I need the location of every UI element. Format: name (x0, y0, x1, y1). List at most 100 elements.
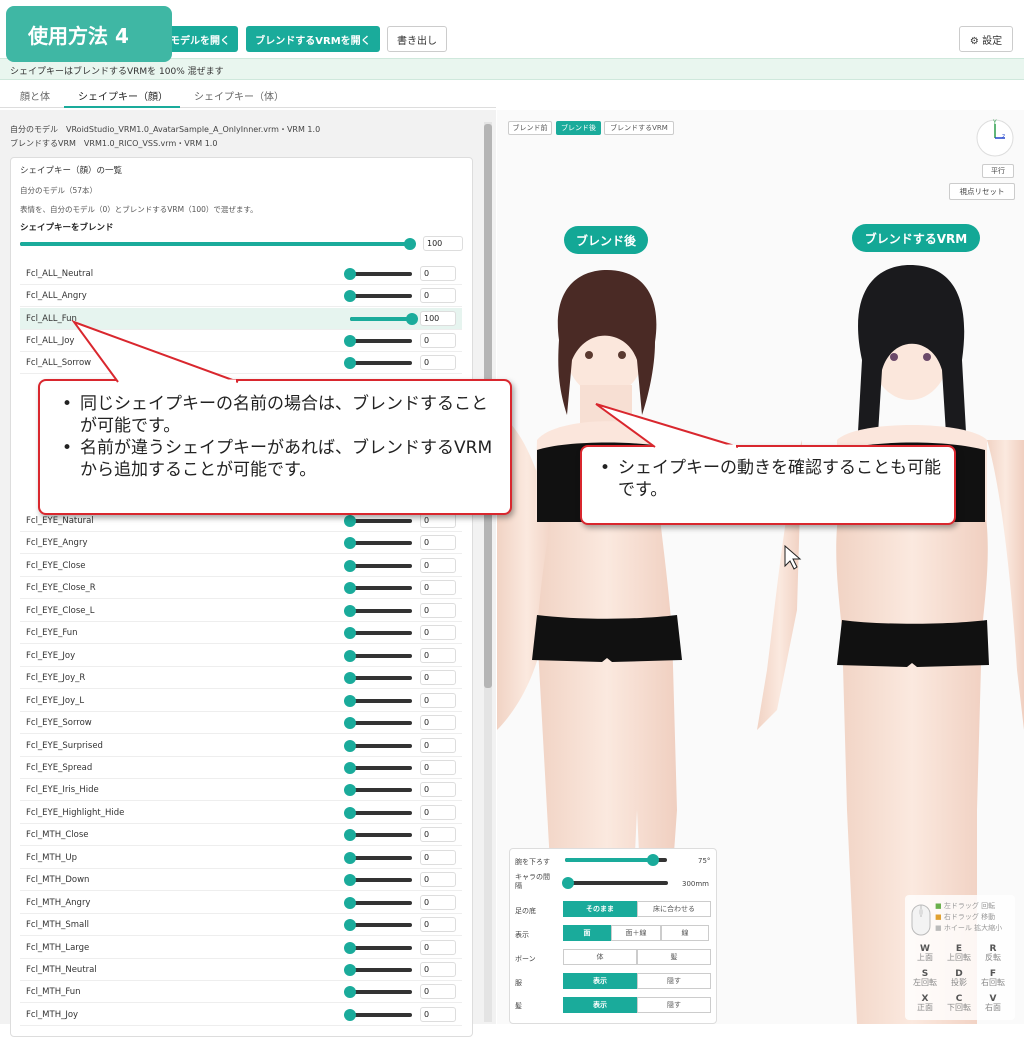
shapekey-slider[interactable] (344, 874, 412, 887)
parallel-button[interactable]: 平行 (982, 164, 1014, 178)
shapekey-value[interactable]: 0 (420, 513, 456, 528)
shapekey-slider-knob[interactable] (344, 874, 356, 887)
spacing-slider[interactable] (562, 877, 668, 889)
open-blend-vrm-button[interactable]: ブレンドするVRMを開く (246, 26, 380, 52)
shapekey-value[interactable]: 0 (420, 872, 456, 888)
tab-shapekey-face[interactable]: シェイプキー（顔） (78, 88, 168, 103)
shapekey-slider-knob[interactable] (406, 313, 418, 325)
cloth-option-button[interactable]: 隠す (637, 973, 711, 989)
shapekey-slider-knob[interactable] (344, 537, 356, 550)
bone-option-button[interactable]: 体 (563, 949, 637, 965)
shapekey-value[interactable]: 0 (420, 827, 456, 843)
shapekey-slider-knob[interactable] (344, 739, 356, 752)
shapekey-slider[interactable] (344, 941, 412, 954)
shapekey-slider-knob[interactable] (344, 851, 356, 864)
shapekey-slider-knob[interactable] (344, 627, 356, 640)
shapekey-slider-knob[interactable] (344, 896, 356, 909)
shapekey-slider[interactable] (344, 582, 412, 595)
shapekey-slider[interactable] (344, 335, 412, 347)
arm-slider[interactable] (565, 854, 667, 866)
shapekey-slider[interactable] (344, 784, 412, 797)
shapekey-value[interactable]: 0 (420, 333, 456, 348)
shapekey-slider-knob[interactable] (344, 582, 356, 595)
shapekey-slider[interactable] (344, 986, 412, 999)
shapekey-value[interactable]: 0 (420, 737, 456, 753)
shapekey-slider[interactable] (344, 829, 412, 842)
shapekey-slider-knob[interactable] (344, 649, 356, 662)
shapekey-slider[interactable] (344, 964, 412, 976)
shapekey-value[interactable]: 0 (420, 804, 456, 820)
shapekey-slider[interactable] (344, 672, 412, 685)
shapekey-value[interactable]: 0 (420, 715, 456, 731)
shapekey-slider-knob[interactable] (344, 806, 356, 819)
shapekey-slider[interactable] (344, 537, 412, 550)
display-option-button[interactable]: 面＋線 (611, 925, 661, 941)
shapekey-slider[interactable] (344, 761, 412, 774)
shapekey-value[interactable]: 0 (420, 535, 456, 551)
shapekey-value[interactable]: 0 (420, 984, 456, 1000)
shapekey-slider[interactable] (344, 694, 412, 707)
view-before-button[interactable]: ブレンド前 (508, 121, 552, 135)
shapekey-value[interactable]: 0 (420, 557, 456, 573)
shapekey-value[interactable]: 0 (420, 266, 456, 281)
shapekey-slider-knob[interactable] (344, 964, 356, 976)
shapekey-slider[interactable] (350, 313, 418, 325)
shapekey-slider-knob[interactable] (344, 290, 356, 302)
shapekey-slider[interactable] (344, 806, 412, 819)
shapekey-value[interactable]: 0 (420, 1006, 456, 1022)
shapekey-value[interactable]: 0 (420, 894, 456, 910)
tab-face-body[interactable]: 顔と体 (20, 88, 50, 103)
shapekey-value[interactable]: 0 (420, 288, 456, 303)
cloth-option-button[interactable]: 表示 (563, 973, 637, 989)
shapekey-value[interactable]: 100 (420, 311, 456, 326)
shapekey-value[interactable]: 0 (420, 939, 456, 955)
shapekey-slider[interactable] (344, 515, 412, 527)
arm-slider-knob[interactable] (646, 854, 659, 866)
shapekey-slider-knob[interactable] (344, 672, 356, 685)
shapekey-slider[interactable] (344, 604, 412, 617)
view-blend-vrm-button[interactable]: ブレンドするVRM (604, 121, 674, 135)
shapekey-value[interactable]: 0 (420, 580, 456, 596)
shapekey-value[interactable]: 0 (420, 670, 456, 686)
shapekey-slider[interactable] (344, 268, 412, 280)
shapekey-slider[interactable] (344, 290, 412, 302)
shapekey-slider[interactable] (344, 851, 412, 864)
master-blend-slider[interactable] (20, 238, 416, 250)
hair-option-button[interactable]: 隠す (637, 997, 711, 1013)
shapekey-slider[interactable] (344, 896, 412, 909)
master-blend-value[interactable]: 100 (423, 236, 463, 251)
master-blend-knob[interactable] (404, 238, 416, 250)
shapekey-slider[interactable] (344, 357, 412, 369)
display-option-button[interactable]: 線 (661, 925, 709, 941)
shapekey-slider-knob[interactable] (344, 515, 356, 527)
shapekey-value[interactable]: 0 (420, 355, 456, 370)
shapekey-slider[interactable] (344, 919, 412, 932)
shapekey-slider[interactable] (344, 1008, 412, 1021)
shapekey-slider[interactable] (344, 649, 412, 662)
settings-button[interactable]: ⚙ 設定 (959, 26, 1013, 52)
shapekey-value[interactable]: 0 (420, 782, 456, 798)
display-option-button[interactable]: 面 (563, 925, 611, 941)
bone-option-button[interactable]: 髪 (637, 949, 711, 965)
shapekey-slider-knob[interactable] (344, 986, 356, 999)
reset-view-button[interactable]: 視点リセット (949, 183, 1015, 200)
shapekey-slider-knob[interactable] (344, 829, 356, 842)
hair-option-button[interactable]: 表示 (563, 997, 637, 1013)
feet-option-button[interactable]: そのまま (563, 901, 637, 917)
shapekey-value[interactable]: 0 (420, 759, 456, 775)
shapekey-value[interactable]: 0 (420, 917, 456, 933)
shapekey-value[interactable]: 0 (420, 602, 456, 618)
shapekey-value[interactable]: 0 (420, 647, 456, 663)
shapekey-slider-knob[interactable] (344, 717, 356, 730)
shapekey-slider-knob[interactable] (344, 1008, 356, 1021)
shapekey-slider-knob[interactable] (344, 919, 356, 932)
shapekey-slider[interactable] (344, 559, 412, 572)
shapekey-value[interactable]: 0 (420, 849, 456, 865)
shapekey-slider-knob[interactable] (344, 357, 356, 369)
shapekey-slider-knob[interactable] (344, 335, 356, 347)
shapekey-value[interactable]: 0 (420, 962, 456, 977)
export-button[interactable]: 書き出し (387, 26, 447, 52)
shapekey-slider-knob[interactable] (344, 694, 356, 707)
shapekey-value[interactable]: 0 (420, 692, 456, 708)
shapekey-slider-knob[interactable] (344, 784, 356, 797)
